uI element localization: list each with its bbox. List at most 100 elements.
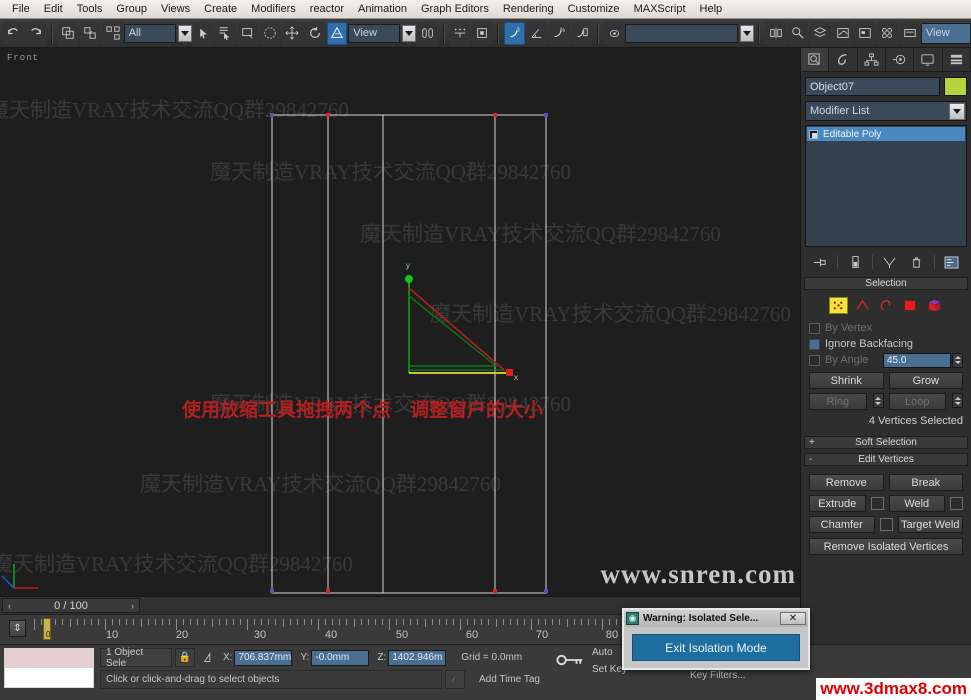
select-object-icon[interactable] <box>193 22 213 45</box>
extrude-button[interactable]: Extrude <box>809 495 866 512</box>
chamfer-settings-button[interactable] <box>880 518 893 531</box>
menu-item-group[interactable]: Group <box>109 1 154 18</box>
spinner-snap-icon[interactable] <box>572 22 592 45</box>
edit-vertices-rollout-header[interactable]: - Edit Vertices <box>804 453 968 466</box>
material-editor-icon[interactable] <box>788 22 808 45</box>
selection-filter-chevron-down-icon[interactable] <box>178 25 192 42</box>
menu-item-create[interactable]: Create <box>197 1 244 18</box>
y-value-field[interactable]: -0.0mm <box>311 650 369 666</box>
schematic-view-icon[interactable] <box>855 22 875 45</box>
grow-button[interactable]: Grow <box>889 372 964 389</box>
sub-level-polygon-icon[interactable] <box>901 297 920 314</box>
by-vertex-row[interactable]: By Vertex <box>809 320 963 336</box>
configure-modifier-sets-icon[interactable] <box>942 253 962 271</box>
absolute-relative-mode-icon[interactable] <box>198 648 220 667</box>
tab-display[interactable] <box>914 48 942 71</box>
tab-motion[interactable] <box>886 48 914 71</box>
coord-system-chevron-down-icon[interactable] <box>402 25 416 42</box>
shrink-button[interactable]: Shrink <box>809 372 884 389</box>
extrude-settings-button[interactable] <box>871 497 884 510</box>
tab-create[interactable] <box>801 48 829 71</box>
next-frame-icon[interactable]: › <box>126 599 139 612</box>
ignore-backfacing-row[interactable]: Ignore Backfacing <box>809 336 963 352</box>
mirror-icon[interactable] <box>450 22 470 45</box>
undo-icon[interactable] <box>3 22 23 45</box>
modifier-stack[interactable]: Editable Poly <box>805 125 967 247</box>
weld-button[interactable]: Weld <box>889 495 946 512</box>
remove-button[interactable]: Remove <box>809 474 884 491</box>
rectangular-selection-region-icon[interactable] <box>238 22 258 45</box>
pin-stack-icon[interactable] <box>810 253 830 271</box>
show-end-result-icon[interactable] <box>845 253 865 271</box>
z-value-field[interactable]: 1402.946m <box>388 650 446 666</box>
select-and-rotate-icon[interactable] <box>305 22 325 45</box>
object-color-swatch[interactable] <box>944 77 967 96</box>
by-angle-value-field[interactable]: 45.0 <box>883 353 951 368</box>
menu-item-edit[interactable]: Edit <box>37 1 70 18</box>
open-mini-curve-editor-icon[interactable]: ⇕ <box>9 620 26 637</box>
by-vertex-checkbox[interactable] <box>809 323 820 334</box>
selection-rollout-header[interactable]: Selection <box>804 277 968 290</box>
bind-to-space-warp-icon[interactable] <box>102 22 122 45</box>
menu-item-help[interactable]: Help <box>693 1 730 18</box>
select-by-name-icon[interactable] <box>215 22 235 45</box>
render-frame-window-icon[interactable] <box>900 22 920 45</box>
key-filters-button[interactable]: Key Filters... <box>690 670 746 681</box>
x-value-field[interactable]: 706.837mm <box>234 650 292 666</box>
render-preset-combo[interactable]: View <box>921 23 971 44</box>
reference-coordinate-system-combo[interactable]: View <box>348 24 400 43</box>
use-pivot-point-center-icon[interactable] <box>417 22 437 45</box>
tab-modify[interactable] <box>829 48 857 71</box>
loop-button[interactable]: Loop <box>889 393 947 410</box>
chamfer-button[interactable]: Chamfer <box>809 516 875 533</box>
ignore-backfacing-checkbox[interactable] <box>809 339 820 350</box>
remove-isolated-vertices-button[interactable]: Remove Isolated Vertices <box>809 538 963 555</box>
make-unique-icon[interactable] <box>880 253 900 271</box>
by-angle-checkbox[interactable] <box>809 355 820 366</box>
break-button[interactable]: Break <box>889 474 964 491</box>
named-selection-sets-combo[interactable] <box>625 24 738 43</box>
render-setup-icon[interactable] <box>877 22 897 45</box>
lock-selection-icon[interactable]: 🔒 <box>175 648 195 667</box>
close-icon[interactable]: ✕ <box>780 612 806 625</box>
menu-item-animation[interactable]: Animation <box>351 1 414 18</box>
edit-named-selection-icon[interactable] <box>604 22 624 45</box>
menu-item-customize[interactable]: Customize <box>561 1 627 18</box>
stack-expand-icon[interactable] <box>809 130 818 139</box>
object-name-field[interactable]: Object07 <box>805 77 940 96</box>
menu-item-reactor[interactable]: reactor <box>303 1 351 18</box>
menu-item-rendering[interactable]: Rendering <box>496 1 561 18</box>
mirror-tool-icon[interactable] <box>765 22 785 45</box>
window-crossing-icon[interactable] <box>260 22 280 45</box>
sub-level-element-icon[interactable] <box>925 297 944 314</box>
layer-manager-icon[interactable] <box>810 22 830 45</box>
unlink-selection-icon[interactable] <box>80 22 100 45</box>
add-time-tag-label[interactable]: Add Time Tag <box>474 670 566 689</box>
menu-item-modifiers[interactable]: Modifiers <box>244 1 303 18</box>
tab-hierarchy[interactable] <box>858 48 886 71</box>
key-mode-toggle-icon[interactable] <box>556 653 584 670</box>
remove-modifier-icon[interactable] <box>907 253 927 271</box>
select-and-move-icon[interactable] <box>282 22 302 45</box>
adaptive-degradation-icon[interactable] <box>445 670 465 689</box>
align-icon[interactable] <box>472 22 492 45</box>
menu-item-graph-editors[interactable]: Graph Editors <box>414 1 496 18</box>
by-angle-row[interactable]: By Angle 45.0 <box>809 352 963 368</box>
time-slider-handle[interactable]: 0 <box>43 618 51 640</box>
curve-editor-icon[interactable] <box>833 22 853 45</box>
named-selection-chevron-down-icon[interactable] <box>740 25 754 42</box>
menu-item-file[interactable]: File <box>5 1 37 18</box>
modifier-list-chevron-down-icon[interactable] <box>949 103 965 120</box>
isolated-selection-warning-dialog[interactable]: ◉ Warning: Isolated Sele... ✕ Exit Isola… <box>622 608 810 670</box>
exit-isolation-mode-button[interactable]: Exit Isolation Mode <box>632 634 800 661</box>
menu-item-tools[interactable]: Tools <box>70 1 110 18</box>
previous-frame-icon[interactable]: ‹ <box>3 599 16 612</box>
menu-item-maxscript[interactable]: MAXScript <box>627 1 693 18</box>
select-and-scale-icon[interactable] <box>327 22 347 45</box>
ring-button[interactable]: Ring <box>809 393 867 410</box>
sub-level-edge-icon[interactable] <box>853 297 872 314</box>
modifier-list-dropdown[interactable]: Modifier List <box>805 101 967 121</box>
sub-level-border-icon[interactable] <box>877 297 896 314</box>
stack-item-editable-poly[interactable]: Editable Poly <box>807 127 965 141</box>
tab-utilities[interactable] <box>943 48 971 71</box>
